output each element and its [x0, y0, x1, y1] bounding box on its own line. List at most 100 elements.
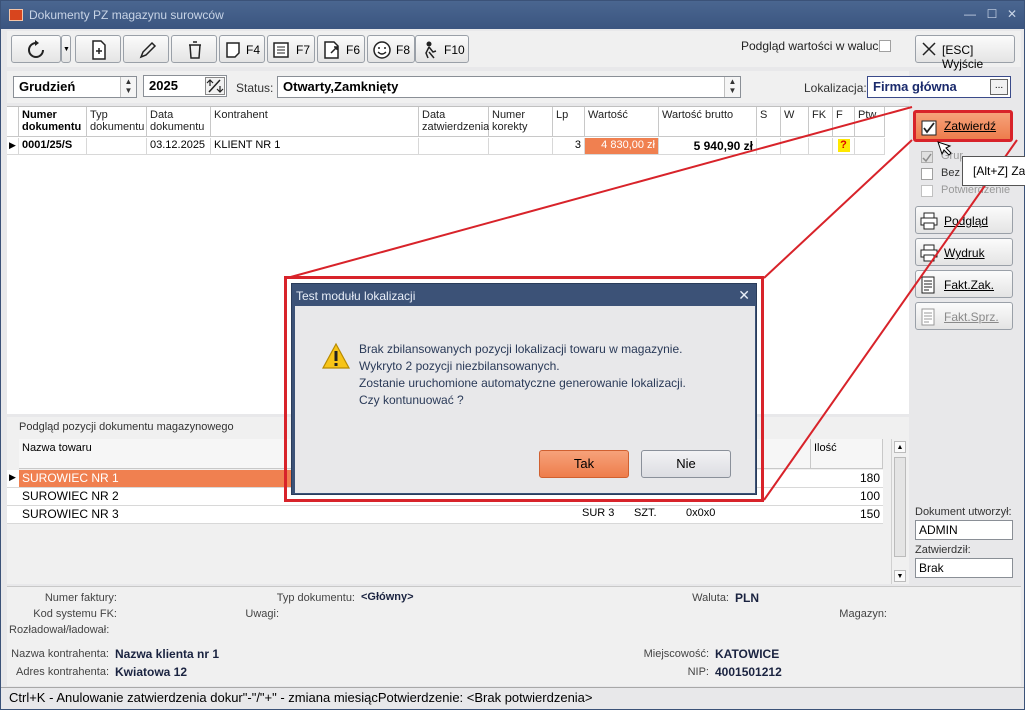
status-bar: Ctrl+K - Anulowanie zatwierdzenia dokur"…: [1, 687, 1024, 709]
exit-button[interactable]: [ESC] Wyjście: [915, 35, 1015, 71]
year-value: 2025: [149, 78, 178, 93]
cell-value[interactable]: 4 830,00 zł: [585, 138, 659, 155]
dialog-line-1: Brak zbilansowanych pozycji lokalizacji …: [359, 342, 683, 356]
item-code[interactable]: SUR 3: [579, 506, 631, 524]
cell-approval-date[interactable]: [419, 138, 489, 155]
minimize-icon[interactable]: —: [963, 7, 977, 21]
purchase-invoice-label: Fakt.Zak.: [944, 278, 995, 292]
cell-s[interactable]: [757, 138, 781, 155]
preview-button[interactable]: Podgląd: [915, 206, 1013, 234]
item-unit[interactable]: SZT.: [631, 506, 683, 524]
month-spinner[interactable]: ▲ ▼: [120, 77, 136, 97]
dialog-close-icon[interactable]: ✕: [738, 287, 750, 304]
new-document-icon: [92, 40, 106, 60]
doctype-label: Typ dokumentu:: [276, 592, 355, 604]
unloader-label: Rozładował/ładował:: [9, 624, 110, 636]
col-number[interactable]: Numer dokumentu: [19, 107, 87, 137]
invoice-number-label: Numer faktury:: [44, 592, 117, 604]
cell-ptw[interactable]: [855, 138, 885, 155]
fk-code-label: Kod systemu FK:: [33, 608, 117, 620]
address-label: Adres kontrahenta:: [16, 666, 109, 678]
status-text: Ctrl+K - Anulowanie zatwierdzenia dokur"…: [9, 690, 593, 705]
no-button[interactable]: Nie: [641, 450, 731, 478]
col-type[interactable]: Typ dokumentu: [87, 107, 147, 137]
cell-correction[interactable]: [489, 138, 553, 155]
cell-w[interactable]: [781, 138, 809, 155]
col-s[interactable]: S: [757, 107, 781, 137]
confirm-checkbox[interactable]: [921, 185, 933, 197]
f8-button[interactable]: F8: [367, 35, 415, 63]
location-field[interactable]: Firma główna ...: [867, 76, 1011, 98]
bez-checkbox[interactable]: [921, 168, 933, 180]
cell-gross[interactable]: 5 940,90 zł: [659, 138, 757, 155]
item-qty[interactable]: 150: [811, 506, 883, 524]
sales-invoice-button[interactable]: Fakt.Sprz.: [915, 302, 1013, 330]
yes-button[interactable]: Tak: [539, 450, 629, 478]
scroll-down-icon[interactable]: ▼: [894, 570, 906, 582]
status-value: Otwarty,Zamknięty: [283, 79, 399, 94]
add-button[interactable]: [75, 35, 121, 63]
col-ptw[interactable]: Ptw: [855, 107, 885, 137]
month-select[interactable]: Grudzień ▲ ▼: [13, 76, 137, 98]
item-name[interactable]: SUROWIEC NR 3: [19, 506, 579, 524]
cell-fk[interactable]: [809, 138, 833, 155]
col-lp[interactable]: Lp: [553, 107, 585, 137]
cell-contractor[interactable]: KLIENT NR 1: [211, 138, 419, 155]
cell-lp[interactable]: 3: [553, 138, 585, 155]
app-icon: [9, 9, 23, 21]
refresh-dropdown[interactable]: ▼: [61, 35, 71, 63]
cell-number[interactable]: 0001/25/S: [19, 138, 87, 155]
item-qty[interactable]: 100: [811, 488, 883, 506]
cell-date[interactable]: 03.12.2025: [147, 138, 211, 155]
location-label: Lokalizacja:: [804, 81, 867, 95]
col-gross[interactable]: Wartość brutto: [659, 107, 757, 137]
col-correction[interactable]: Numer korekty: [489, 107, 553, 137]
delete-button[interactable]: [171, 35, 217, 63]
print-button[interactable]: Wydruk: [915, 238, 1013, 266]
printer-icon: [920, 212, 938, 230]
year-sort-icon[interactable]: [205, 77, 225, 95]
status-spinner[interactable]: ▲ ▼: [724, 77, 740, 97]
f10-label: F10: [444, 43, 465, 57]
purchase-invoice-button[interactable]: Fakt.Zak.: [915, 270, 1013, 298]
approve-button[interactable]: Zatwierdź: [913, 110, 1013, 142]
items-section-title: Podgląd pozycji dokumentu magazynowego: [19, 421, 234, 433]
preview-label: Podgląd: [944, 214, 989, 228]
col-item-qty[interactable]: Ilość: [811, 439, 883, 469]
cell-f[interactable]: ?: [833, 138, 855, 155]
col-w[interactable]: W: [781, 107, 809, 137]
f4-button[interactable]: F4: [219, 35, 265, 63]
currency-preview-label: Podgląd wartości w walucie: [741, 39, 888, 53]
col-date[interactable]: Data dokumentu: [147, 107, 211, 137]
status-label: Status:: [236, 81, 274, 95]
group-checkbox[interactable]: [921, 151, 933, 163]
scroll-up-icon[interactable]: ▲: [894, 441, 906, 453]
print-label: Wydruk: [944, 246, 985, 260]
maximize-icon[interactable]: ☐: [985, 7, 999, 21]
year-field[interactable]: 2025: [143, 75, 227, 97]
cell-type[interactable]: [87, 138, 147, 155]
status-select[interactable]: Otwarty,Zamknięty ▲ ▼: [277, 76, 741, 98]
f7-button[interactable]: F7: [267, 35, 315, 63]
f7-label: F7: [296, 43, 311, 57]
row-current-indicator: ▶: [7, 470, 19, 488]
approve-tooltip-text: [Alt+Z] Zatwierdź: [973, 164, 1025, 178]
refresh-button[interactable]: [11, 35, 61, 63]
approve-tooltip: [Alt+Z] Zatwierdź: [962, 156, 1025, 186]
col-f[interactable]: F: [833, 107, 855, 137]
col-value[interactable]: Wartość: [585, 107, 659, 137]
item-qty[interactable]: 180: [811, 470, 883, 488]
scroll-thumb[interactable]: [894, 457, 906, 557]
items-scrollbar[interactable]: ▲ ▼: [891, 439, 907, 584]
f6-button[interactable]: F6: [317, 35, 365, 63]
location-browse-button[interactable]: ...: [990, 79, 1008, 95]
col-fk[interactable]: FK: [809, 107, 833, 137]
edit-button[interactable]: [123, 35, 169, 63]
item-location[interactable]: 0x0x0: [683, 506, 811, 524]
bez-label: Bez: [941, 167, 960, 179]
col-contractor[interactable]: Kontrahent: [211, 107, 419, 137]
f10-button[interactable]: F10: [415, 35, 469, 63]
close-icon[interactable]: ✕: [1005, 7, 1019, 21]
currency-preview-checkbox[interactable]: [879, 40, 891, 52]
col-approval-date[interactable]: Data zatwierdzenia: [419, 107, 489, 137]
